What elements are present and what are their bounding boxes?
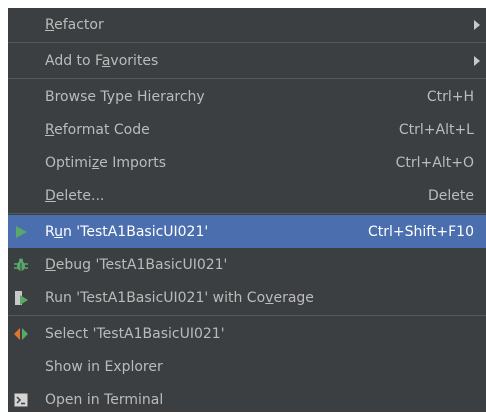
menu-item-debug[interactable]: Debug 'TestA1BasicUI021' bbox=[8, 248, 486, 281]
menu-item-run[interactable]: Run 'TestA1BasicUI021' Ctrl+Shift+F10 bbox=[8, 215, 486, 248]
coverage-icon bbox=[13, 290, 29, 306]
menu-item-label: Run 'TestA1BasicUI021' bbox=[45, 223, 209, 240]
menu-item-optimize-imports[interactable]: Optimize Imports Ctrl+Alt+O bbox=[8, 146, 486, 179]
menu-item-shortcut: Ctrl+Alt+L bbox=[398, 121, 474, 138]
menu-separator bbox=[8, 315, 486, 316]
debug-icon bbox=[13, 257, 29, 273]
menu-item-label: Delete... bbox=[45, 187, 105, 204]
menu-item-delete[interactable]: Delete... Delete bbox=[8, 179, 486, 212]
menu-item-show-in-explorer[interactable]: Show in Explorer bbox=[8, 350, 486, 383]
submenu-arrow-icon bbox=[474, 55, 480, 66]
menu-item-label: Show in Explorer bbox=[45, 358, 163, 375]
menu-separator bbox=[8, 78, 486, 79]
terminal-icon bbox=[13, 392, 29, 408]
menu-item-run-with-coverage[interactable]: Run 'TestA1BasicUI021' with Coverage bbox=[8, 281, 486, 314]
menu-separator bbox=[8, 42, 486, 43]
menu-item-refactor[interactable]: Refactor bbox=[8, 8, 486, 41]
submenu-arrow-icon bbox=[474, 19, 480, 30]
menu-item-label: Debug 'TestA1BasicUI021' bbox=[45, 256, 228, 273]
menu-item-label: Run 'TestA1BasicUI021' with Coverage bbox=[45, 289, 314, 306]
menu-item-browse-type-hierarchy[interactable]: Browse Type Hierarchy Ctrl+H bbox=[8, 80, 486, 113]
menu-item-label: Select 'TestA1BasicUI021' bbox=[45, 325, 225, 342]
menu-item-label: Refactor bbox=[45, 16, 104, 33]
menu-item-label: Reformat Code bbox=[45, 121, 150, 138]
menu-item-label: Optimize Imports bbox=[45, 154, 166, 171]
run-icon bbox=[13, 224, 29, 240]
menu-item-shortcut: Ctrl+Alt+O bbox=[395, 154, 474, 171]
menu-item-shortcut: Ctrl+H bbox=[426, 88, 474, 105]
menu-item-shortcut: Ctrl+Shift+F10 bbox=[367, 223, 474, 240]
menu-item-select[interactable]: Select 'TestA1BasicUI021' bbox=[8, 317, 486, 350]
context-menu: Refactor Add to Favorites Browse Type Hi… bbox=[8, 8, 486, 412]
menu-item-reformat-code[interactable]: Reformat Code Ctrl+Alt+L bbox=[8, 113, 486, 146]
menu-item-label: Open in Terminal bbox=[45, 391, 164, 408]
menu-item-label: Browse Type Hierarchy bbox=[45, 88, 205, 105]
menu-item-open-in-terminal[interactable]: Open in Terminal bbox=[8, 383, 486, 416]
select-target-icon bbox=[13, 326, 29, 342]
menu-item-add-to-favorites[interactable]: Add to Favorites bbox=[8, 44, 486, 77]
menu-separator bbox=[8, 213, 486, 214]
menu-item-label: Add to Favorites bbox=[45, 52, 159, 69]
menu-item-shortcut: Delete bbox=[428, 187, 474, 204]
